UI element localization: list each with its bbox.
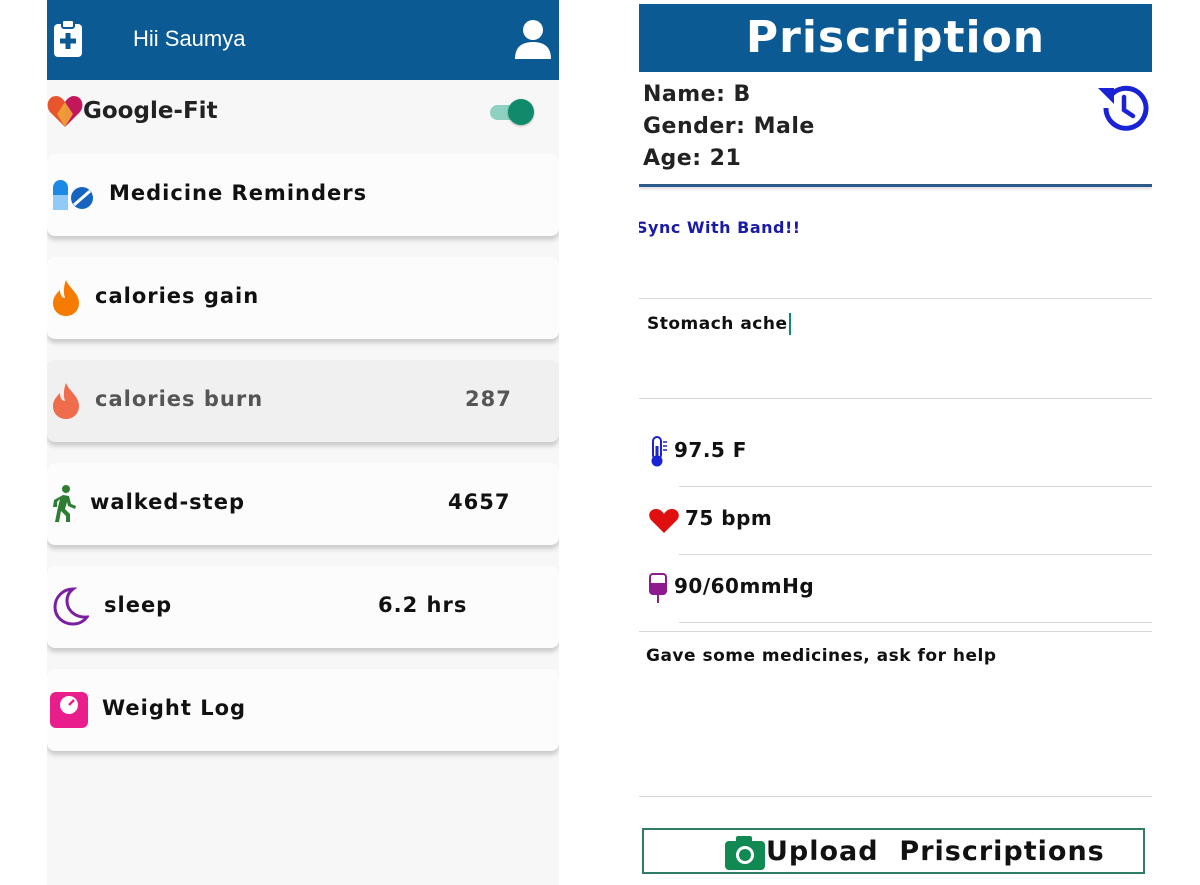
sleep-value: 6.2 hrs xyxy=(378,593,468,617)
walking-icon xyxy=(53,485,76,522)
upload-prescriptions-label: Upload Priscriptions xyxy=(766,836,1105,867)
prescription-header: Priscription xyxy=(639,4,1152,72)
divider xyxy=(639,631,1152,632)
patient-name: Name: B xyxy=(643,82,751,107)
greeting-text: Hii Saumya xyxy=(133,26,246,51)
calories-burn-label: calories burn xyxy=(95,387,264,411)
divider xyxy=(679,554,1152,555)
right-screen: Priscription Name: B Gender: Male Age: 2… xyxy=(639,0,1152,885)
temperature-value: 97.5 F xyxy=(674,438,747,462)
heart-rate-value: 75 bpm xyxy=(685,506,773,530)
medical-clipboard-icon[interactable] xyxy=(53,20,83,58)
patient-gender: Gender: Male xyxy=(643,114,815,139)
weight-log-label: Weight Log xyxy=(102,696,247,720)
patient-age: Age: 21 xyxy=(643,146,742,171)
divider xyxy=(639,796,1152,797)
calories-gain-label: calories gain xyxy=(95,284,260,308)
sleep-card[interactable]: sleep 6.2 hrs xyxy=(47,566,559,648)
google-fit-label: Google-Fit xyxy=(83,98,218,124)
heart-icon xyxy=(649,509,679,533)
toggle-knob xyxy=(508,99,534,125)
flame-icon xyxy=(53,280,79,316)
notes-input[interactable]: Gave some medicines, ask for help xyxy=(646,646,997,666)
symptom-input[interactable]: Stomach ache xyxy=(647,313,791,335)
walked-step-label: walked-step xyxy=(90,490,245,514)
pills-icon xyxy=(53,180,93,210)
divider xyxy=(679,622,1152,623)
app-bar: Hii Saumya xyxy=(47,0,559,80)
blood-bag-icon xyxy=(649,573,667,603)
google-fit-heart-icon xyxy=(47,96,83,127)
calories-gain-card[interactable]: calories gain xyxy=(47,257,559,339)
sync-with-band-link[interactable]: Sync With Band!! xyxy=(639,218,801,237)
weight-log-card[interactable]: Weight Log xyxy=(47,669,559,751)
medicine-reminders-card[interactable]: Medicine Reminders xyxy=(47,154,559,236)
text-cursor xyxy=(788,313,791,335)
upload-prescriptions-button[interactable]: Upload Priscriptions xyxy=(642,828,1145,874)
sleep-label: sleep xyxy=(104,593,173,617)
patient-info-card: Name: B Gender: Male Age: 21 xyxy=(639,76,1152,187)
divider xyxy=(679,486,1152,487)
walked-step-value: 4657 xyxy=(448,490,511,514)
symptom-text: Stomach ache xyxy=(647,314,788,334)
medicine-reminders-label: Medicine Reminders xyxy=(109,181,368,205)
blood-pressure-value: 90/60mmHg xyxy=(674,574,815,598)
walked-step-card[interactable]: walked-step 4657 xyxy=(47,463,559,545)
page-title: Priscription xyxy=(745,12,1046,63)
google-fit-toggle[interactable] xyxy=(490,98,534,126)
camera-icon xyxy=(725,836,765,870)
google-fit-row: Google-Fit xyxy=(47,82,559,146)
calories-burn-card[interactable]: calories burn 287 xyxy=(47,360,559,442)
moon-icon xyxy=(53,587,89,626)
thermometer-icon xyxy=(651,436,667,467)
profile-icon[interactable] xyxy=(513,18,553,60)
flame-icon xyxy=(53,383,79,419)
divider xyxy=(639,298,1152,299)
history-icon[interactable] xyxy=(1096,82,1150,134)
weight-scale-icon xyxy=(50,692,88,728)
calories-burn-value: 287 xyxy=(465,387,512,411)
divider xyxy=(639,398,1152,399)
left-screen: Hii Saumya Google-Fit Medicine Reminders xyxy=(47,0,559,885)
